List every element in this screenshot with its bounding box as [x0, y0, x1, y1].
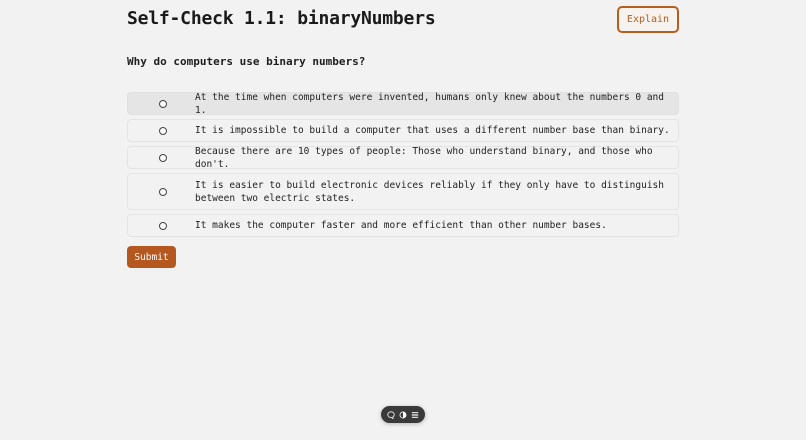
submit-button[interactable]: Submit [127, 246, 176, 268]
question-text: Why do computers use binary numbers? [127, 55, 366, 68]
answer-option-2[interactable]: It is impossible to build a computer tha… [127, 119, 679, 142]
answer-option-4[interactable]: It is easier to build electronic devices… [127, 173, 679, 210]
answer-option-label: Because there are 10 types of people: Th… [195, 145, 653, 170]
explain-button[interactable]: Explain [617, 6, 679, 33]
page: Self-Check 1.1: binaryNumbers Explain Wh… [0, 0, 806, 440]
page-title: Self-Check 1.1: binaryNumbers [127, 8, 436, 29]
answer-option-label: At the time when computers were invented… [195, 91, 664, 116]
radio-button[interactable] [159, 221, 167, 230]
answer-options: At the time when computers were invented… [127, 92, 679, 241]
chat-icon[interactable] [387, 410, 396, 419]
answer-option-3[interactable]: Because there are 10 types of people: Th… [127, 145, 679, 170]
answer-option-1[interactable]: At the time when computers were invented… [127, 91, 679, 116]
menu-icon[interactable] [410, 410, 419, 419]
answer-option-5[interactable]: It makes the computer faster and more ef… [127, 214, 679, 237]
radio-button[interactable] [159, 187, 167, 196]
radio-button[interactable] [159, 99, 167, 108]
radio-button[interactable] [159, 126, 167, 135]
radio-button[interactable] [159, 153, 167, 162]
answer-option-label: It is impossible to build a computer tha… [195, 125, 670, 136]
answer-option-label: It makes the computer faster and more ef… [195, 220, 607, 231]
floating-toolbar [381, 406, 425, 423]
theme-toggle-icon[interactable] [399, 410, 408, 419]
answer-option-label: It is easier to build electronic devices… [195, 179, 664, 204]
